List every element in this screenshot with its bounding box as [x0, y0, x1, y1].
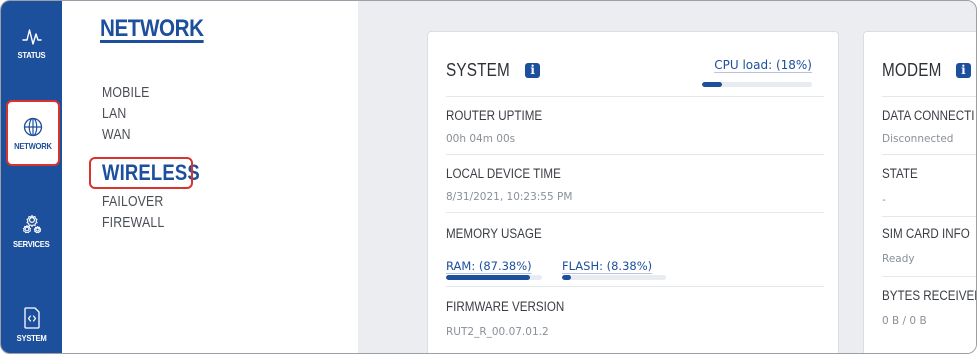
sidebar-item-label: NETWORK: [13, 140, 52, 151]
info-row-sim-card-info: SIM CARD INFO Ready: [882, 216, 976, 276]
row-value: Ready: [882, 253, 915, 265]
flash-usage-bar: [562, 275, 666, 280]
row-label: STATE: [882, 166, 918, 181]
info-row-memory-usage: MEMORY USAGE RAM: (87.38%) FLASH: (8.38%…: [446, 212, 824, 290]
code-file-icon: [23, 306, 40, 329]
sidebar-item-label: SYSTEM: [16, 332, 47, 343]
row-divider: [882, 96, 976, 97]
row-divider: [882, 216, 976, 217]
ram-usage-bar-fill: [446, 275, 530, 280]
memory-usage-group: RAM: (87.38%) FLASH: (8.38%): [446, 259, 666, 280]
card-title-text: MODEM: [882, 60, 942, 80]
sidebar-item-system[interactable]: SYSTEM: [1, 291, 62, 353]
submenu-item-failover[interactable]: FAILOVER: [102, 193, 163, 210]
row-divider: [882, 154, 976, 155]
submenu-item-wan[interactable]: WAN: [102, 126, 131, 143]
row-divider: [446, 154, 824, 155]
modem-card: MODEM i DATA CONNECTI Disconnected STATE…: [863, 31, 977, 353]
info-icon[interactable]: i: [956, 63, 971, 78]
row-divider: [446, 286, 824, 287]
row-label: DATA CONNECTI: [882, 108, 975, 123]
cpu-load-bar: [702, 82, 812, 87]
main-sidebar: STATUS NETWORK SERVICES SYSTEM: [1, 1, 62, 353]
row-value: 00h 04m 00s: [446, 133, 516, 145]
row-label: MEMORY USAGE: [446, 226, 542, 241]
submenu-item-lan[interactable]: LAN: [102, 105, 126, 122]
ram-usage-bar: [446, 275, 542, 280]
info-row-local-device-time: LOCAL DEVICE TIME 8/31/2021, 10:23:55 PM: [446, 154, 824, 212]
sidebar-item-label: SERVICES: [13, 238, 50, 249]
row-label: SIM CARD INFO: [882, 226, 970, 241]
sidebar-item-label: STATUS: [17, 49, 46, 60]
pulse-icon: [21, 28, 42, 45]
row-value: RUT2_R_00.07.01.2: [446, 326, 549, 338]
row-value: 8/31/2021, 10:23:55 PM: [446, 191, 573, 203]
app-frame: STATUS NETWORK SERVICES SYSTEM NETWORK M…: [0, 0, 977, 354]
info-icon[interactable]: i: [525, 63, 541, 78]
row-label: BYTES RECEIVED: [882, 288, 977, 303]
submenu-title: NETWORK: [100, 15, 204, 42]
sidebar-item-status[interactable]: STATUS: [1, 9, 62, 75]
cpu-load-bar-fill: [702, 82, 722, 87]
row-divider: [446, 212, 824, 213]
info-row-firmware-version: FIRMWARE VERSION RUT2_R_00.07.01.2: [446, 286, 824, 353]
row-value: Disconnected: [882, 133, 954, 145]
cpu-load-text[interactable]: CPU load: (18%): [714, 58, 812, 72]
row-divider: [446, 96, 824, 97]
submenu-item-firewall[interactable]: FIREWALL: [102, 214, 164, 231]
row-divider: [882, 276, 976, 277]
sidebar-item-services[interactable]: SERVICES: [1, 197, 62, 263]
modem-card-title: MODEM i: [882, 60, 971, 81]
submenu-item-wireless[interactable]: WIRELESS: [102, 160, 200, 186]
ram-usage[interactable]: RAM: (87.38%): [446, 259, 542, 280]
flash-usage[interactable]: FLASH: (8.38%): [562, 259, 666, 280]
row-value: -: [882, 194, 886, 206]
system-card-title: SYSTEM i: [446, 60, 541, 81]
row-label: LOCAL DEVICE TIME: [446, 166, 561, 181]
submenu-item-mobile[interactable]: MOBILE: [102, 84, 149, 101]
info-row-data-connection: DATA CONNECTI Disconnected: [882, 96, 976, 154]
row-label: ROUTER UPTIME: [446, 108, 543, 123]
sidebar-item-network[interactable]: NETWORK: [7, 101, 58, 165]
info-row-state: STATE -: [882, 154, 976, 216]
flash-usage-bar-fill: [562, 275, 571, 280]
info-row-bytes-received: BYTES RECEIVED 0 B / 0 B: [882, 276, 977, 336]
flash-usage-text: FLASH: (8.38%): [562, 259, 653, 273]
network-submenu: NETWORK MOBILE LAN WAN WIRELESS FAILOVER…: [62, 1, 358, 353]
row-value: 0 B / 0 B: [882, 315, 927, 327]
gears-icon: [22, 214, 41, 233]
info-row-router-uptime: ROUTER UPTIME 00h 04m 00s: [446, 96, 824, 154]
row-label: FIRMWARE VERSION: [446, 299, 565, 314]
globe-icon: [23, 117, 42, 136]
card-title-text: SYSTEM: [446, 60, 510, 80]
system-card: SYSTEM i CPU load: (18%) ROUTER UPTIME 0…: [427, 31, 839, 353]
ram-usage-text: RAM: (87.38%): [446, 259, 532, 273]
